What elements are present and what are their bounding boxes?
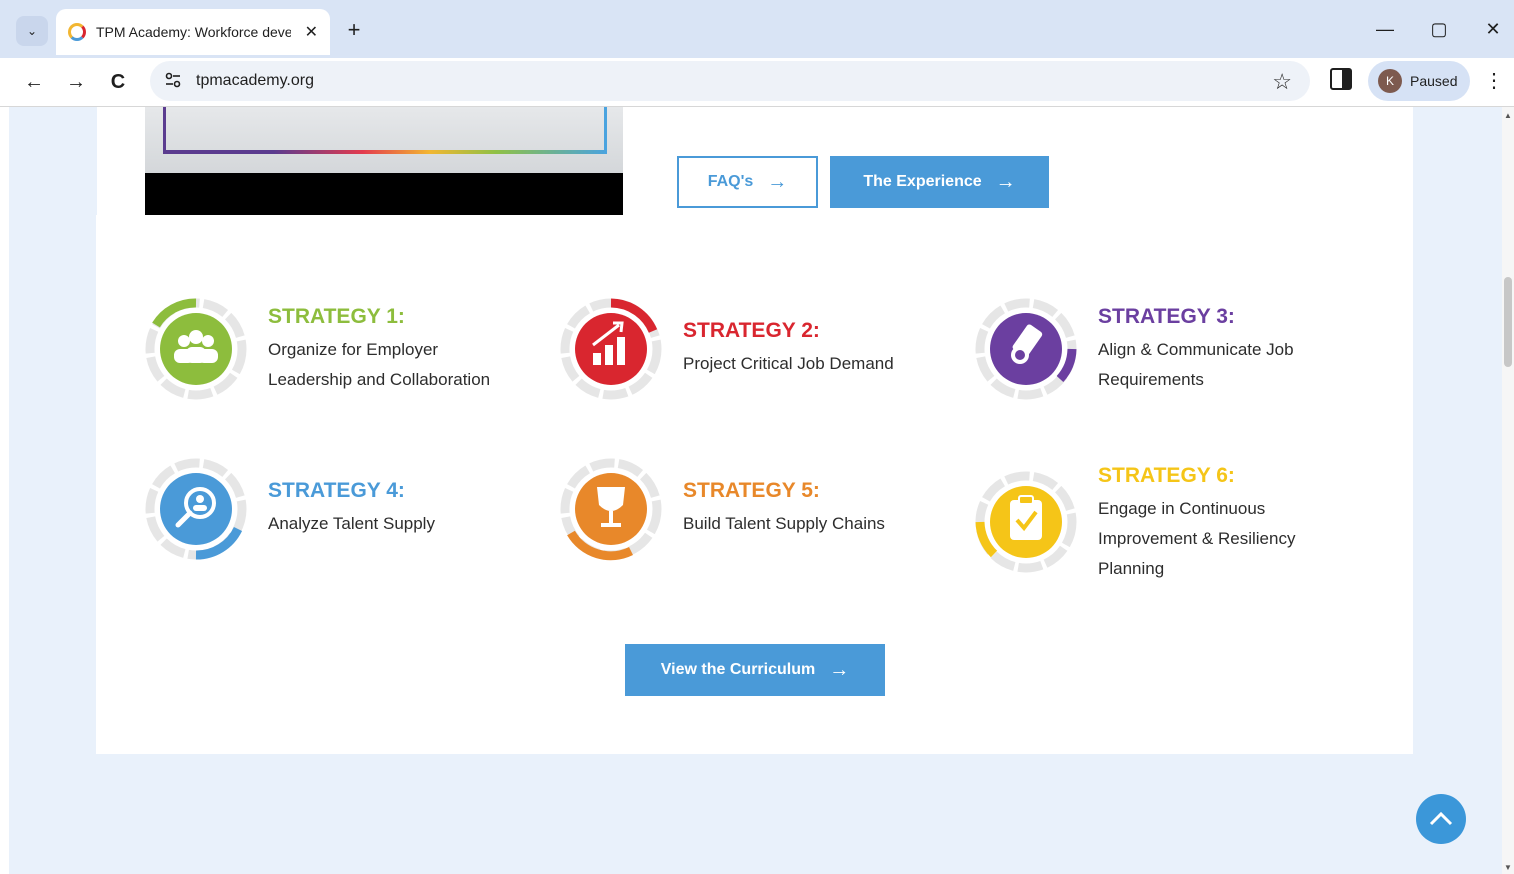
browser-chrome: ⌄ TPM Academy: Workforce deve ✕ + — ▢ ✕ …	[0, 0, 1514, 107]
new-tab-button[interactable]: +	[340, 16, 368, 44]
strategy-3: STRATEGY 3: Align & Communicate Job Requ…	[974, 297, 1374, 427]
strategy-desc-line: Engage in Continuous	[1098, 499, 1266, 518]
strategy-desc: Analyze Talent Supply	[268, 509, 435, 539]
strategy-desc-line: Organize for Employer	[268, 340, 439, 359]
view-curriculum-button[interactable]: View the Curriculum →	[625, 644, 885, 696]
scroll-down-icon[interactable]: ▼	[1504, 863, 1512, 872]
strategy-desc: Align & Communicate Job Requirements	[1098, 335, 1294, 395]
curriculum-button-label: View the Curriculum	[660, 661, 816, 678]
strategy-desc-line: Align & Communicate Job	[1098, 340, 1294, 359]
strategy-title: STRATEGY 1:	[268, 305, 405, 328]
forward-button[interactable]: →	[60, 66, 92, 98]
video-thumbnail[interactable]	[145, 107, 623, 217]
strategy-title: STRATEGY 3:	[1098, 305, 1235, 328]
chevron-up-icon	[1429, 811, 1453, 826]
profile-status: Paused	[1410, 73, 1458, 89]
reload-button[interactable]: C	[102, 66, 134, 98]
minimize-button[interactable]: —	[1370, 14, 1400, 44]
strategy-6: STRATEGY 6: Engage in Continuous Improve…	[974, 464, 1374, 600]
strategy-desc: Project Critical Job Demand	[683, 349, 894, 379]
side-panel-icon[interactable]	[1330, 68, 1352, 90]
strategy-title: STRATEGY 4:	[268, 479, 405, 502]
experience-button[interactable]: The Experience →	[830, 156, 1049, 208]
back-button[interactable]: ←	[18, 66, 50, 98]
tab-title: TPM Academy: Workforce deve	[96, 24, 291, 40]
strategy-4: STRATEGY 4: Analyze Talent Supply	[144, 457, 544, 587]
strategy-2-text: STRATEGY 2: Project Critical Job Demand	[683, 317, 894, 379]
arrow-right-icon: →	[995, 170, 1016, 193]
tab-close-icon[interactable]: ✕	[305, 22, 318, 42]
avatar: K	[1378, 69, 1402, 93]
strategy-2: STRATEGY 2: Project Critical Job Demand	[559, 297, 959, 427]
strategy-6-text: STRATEGY 6: Engage in Continuous Improve…	[1098, 462, 1295, 584]
strategy-1-text: STRATEGY 1: Organize for Employer Leader…	[268, 303, 490, 395]
strategy-desc: Build Talent Supply Chains	[683, 509, 885, 539]
faq-button[interactable]: FAQ's →	[677, 156, 818, 208]
close-window-button[interactable]: ✕	[1478, 14, 1508, 44]
people-group-icon	[145, 298, 247, 400]
certificate-icon	[975, 298, 1077, 400]
arrow-right-icon: →	[767, 170, 788, 193]
restore-button[interactable]: ▢	[1424, 14, 1454, 44]
video-frame-image	[145, 107, 623, 173]
strategy-title: STRATEGY 6:	[1098, 464, 1235, 487]
strategy-4-text: STRATEGY 4: Analyze Talent Supply	[268, 477, 435, 539]
video-frame-border	[163, 107, 607, 154]
bookmark-star-icon[interactable]: ☆	[1272, 69, 1292, 95]
strategy-desc: Engage in Continuous Improvement & Resil…	[1098, 494, 1295, 584]
strategy-5: STRATEGY 5: Build Talent Supply Chains	[559, 457, 959, 587]
strategy-title: STRATEGY 2:	[683, 319, 820, 342]
strategy-5-text: STRATEGY 5: Build Talent Supply Chains	[683, 477, 885, 539]
back-to-top-button[interactable]	[1416, 794, 1466, 844]
experience-button-label: The Experience	[863, 173, 982, 190]
video-frame-line	[163, 150, 607, 154]
strategy-desc-line: Build Talent Supply Chains	[683, 514, 885, 533]
clipboard-check-icon	[975, 471, 1077, 573]
strategy-desc-line: Leadership and Collaboration	[268, 370, 491, 389]
tab-search-button[interactable]: ⌄	[16, 16, 48, 46]
strategy-1: STRATEGY 1: Organize for Employer Leader…	[144, 297, 544, 427]
strategy-desc: Organize for Employer Leadership and Col…	[268, 335, 490, 395]
trophy-icon	[560, 458, 662, 561]
scroll-up-icon[interactable]: ▲	[1504, 111, 1512, 120]
strategy-desc-line: Planning	[1098, 559, 1165, 578]
user-search-icon	[145, 458, 247, 560]
strategy-desc-line: Requirements	[1098, 370, 1204, 389]
strategy-title: STRATEGY 5:	[683, 479, 820, 502]
faq-button-label: FAQ's	[707, 173, 754, 190]
browser-menu-icon[interactable]: ⋮	[1484, 68, 1504, 94]
scrollbar[interactable]: ▲ ▼	[1502, 107, 1514, 874]
strategy-desc-line: Improvement & Resiliency	[1098, 529, 1296, 548]
address-bar[interactable]: tpmacademy.org ☆	[150, 61, 1310, 101]
site-info-icon[interactable]	[164, 71, 184, 91]
favicon-icon	[68, 23, 86, 41]
browser-toolbar: ← → C tpmacademy.org ☆ K Paused ⋮	[0, 58, 1514, 107]
chart-growth-icon	[560, 298, 662, 400]
active-tab[interactable]: TPM Academy: Workforce deve ✕	[56, 9, 330, 55]
tab-strip: ⌄ TPM Academy: Workforce deve ✕ + — ▢ ✕	[0, 0, 1514, 58]
profile-button[interactable]: K Paused	[1368, 61, 1470, 101]
strategy-desc-line: Analyze Talent Supply	[268, 514, 435, 533]
page-viewport: FAQ's → The Experience → STRATEGY 1: Org…	[9, 107, 1502, 874]
url-text: tpmacademy.org	[196, 72, 314, 89]
arrow-right-icon: →	[829, 658, 850, 681]
scrollbar-thumb[interactable]	[1504, 277, 1512, 367]
strategy-3-text: STRATEGY 3: Align & Communicate Job Requ…	[1098, 303, 1294, 395]
strategy-desc-line: Project Critical Job Demand	[683, 354, 894, 373]
